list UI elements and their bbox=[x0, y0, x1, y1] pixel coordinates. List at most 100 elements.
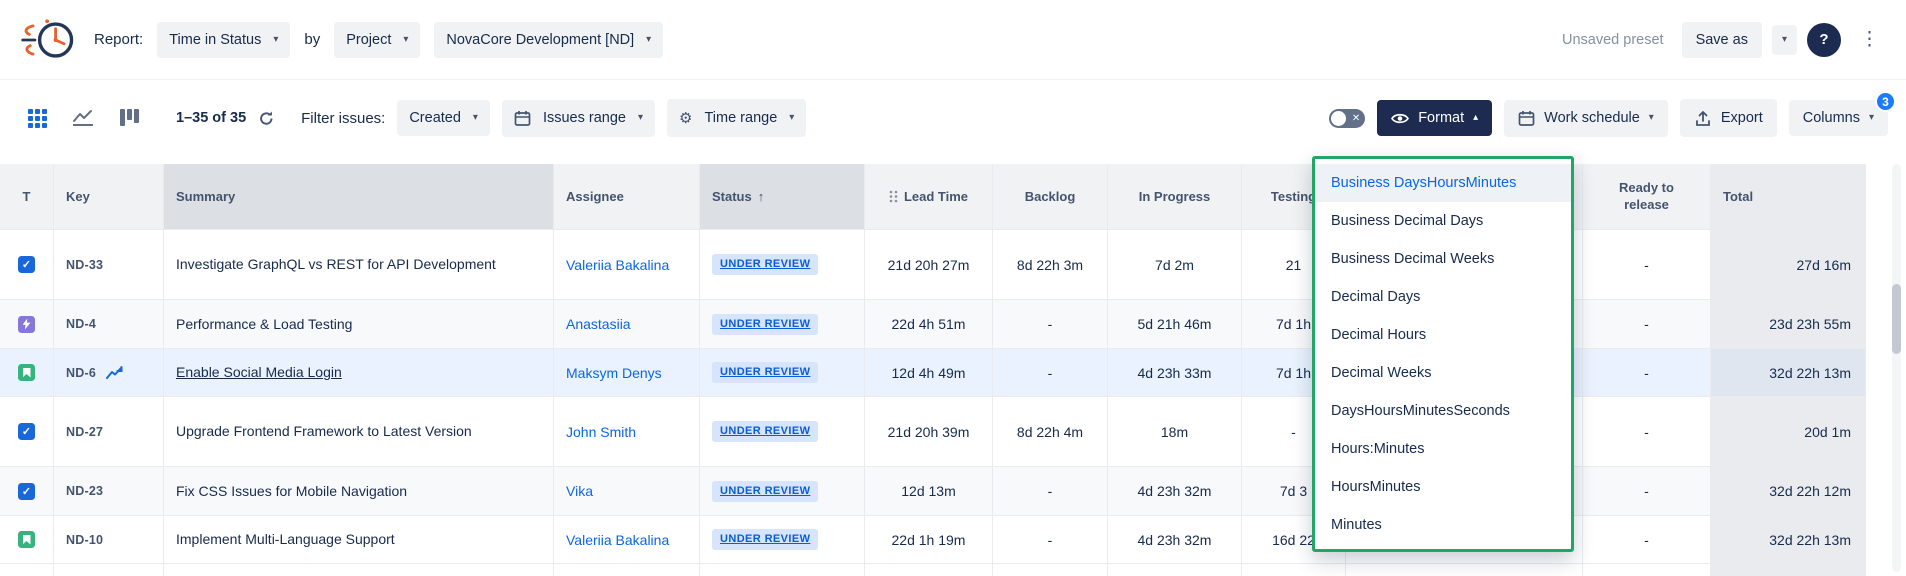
issue-summary[interactable]: Fix CSS Issues for Mobile Navigation bbox=[176, 482, 407, 501]
format-button[interactable]: Format ▴ bbox=[1377, 100, 1492, 136]
backlog-value: 8d 22h 3m bbox=[993, 230, 1108, 300]
more-menu-button[interactable]: ⋮ bbox=[1851, 22, 1888, 57]
grid-view-button[interactable] bbox=[18, 101, 56, 135]
vertical-scrollbar[interactable] bbox=[1892, 164, 1901, 572]
in-progress-value: 4d 23h 33m bbox=[1108, 349, 1242, 397]
in-progress-value: 7d 2m bbox=[1108, 230, 1242, 300]
col-total[interactable]: Total bbox=[1711, 164, 1866, 230]
save-as-chevron-button[interactable]: ▾ bbox=[1772, 25, 1797, 55]
backlog-value: - bbox=[993, 300, 1108, 349]
format-option[interactable]: Decimal Weeks bbox=[1315, 354, 1571, 392]
issue-type-icon bbox=[18, 483, 35, 500]
total-value: 32d 22h 13m bbox=[1711, 349, 1866, 397]
total-value: 27d 16m bbox=[1711, 230, 1866, 300]
board-view-button[interactable] bbox=[110, 101, 148, 135]
chevron-down-icon: ▾ bbox=[1649, 113, 1654, 123]
export-button[interactable]: Export bbox=[1680, 99, 1777, 137]
issue-key: ND-4 bbox=[66, 317, 96, 331]
assignee-link[interactable]: Maksym Denys bbox=[566, 365, 662, 381]
total-value: 32d 22h 13m bbox=[1711, 516, 1866, 564]
work-schedule-label: Work schedule bbox=[1544, 110, 1640, 126]
compact-toggle[interactable]: ✕ bbox=[1329, 109, 1365, 128]
work-schedule-button[interactable]: Work schedule ▾ bbox=[1504, 100, 1668, 137]
issue-summary[interactable]: Enable Social Media Login bbox=[176, 363, 342, 382]
status-badge[interactable]: UNDER REVIEW bbox=[712, 314, 818, 335]
issues-range-button[interactable]: Issues range ▾ bbox=[502, 100, 655, 137]
format-option[interactable]: Minutes bbox=[1315, 506, 1571, 544]
chevron-down-icon: ▾ bbox=[638, 113, 643, 123]
chevron-down-icon: ▾ bbox=[789, 113, 794, 123]
col-assignee[interactable]: Assignee bbox=[554, 164, 700, 230]
issue-chart-icon[interactable] bbox=[106, 366, 123, 380]
calendar-icon bbox=[1518, 110, 1535, 127]
filter-field-select[interactable]: Created ▾ bbox=[397, 100, 490, 136]
top-bar: Report: Time in Status ▾ by Project ▾ No… bbox=[0, 0, 1906, 80]
format-option[interactable]: Business Decimal Weeks bbox=[1315, 240, 1571, 278]
time-range-button[interactable]: ⚙ Time range ▾ bbox=[667, 99, 806, 137]
issue-summary[interactable]: Upgrade Frontend Framework to Latest Ver… bbox=[176, 422, 472, 441]
chart-view-button[interactable] bbox=[64, 101, 102, 135]
issue-summary[interactable]: Performance & Load Testing bbox=[176, 315, 352, 334]
issue-key: ND-6 bbox=[66, 366, 96, 380]
backlog-value: - bbox=[993, 467, 1108, 516]
calendar-icon bbox=[514, 110, 531, 127]
wrench-icon: ⚙ bbox=[679, 109, 692, 127]
table-row: ND-10 Implement Multi-Language Support V… bbox=[0, 516, 1866, 564]
save-as-button[interactable]: Save as bbox=[1682, 22, 1762, 58]
format-option[interactable]: Hours:Minutes bbox=[1315, 430, 1571, 468]
scrollbar-thumb[interactable] bbox=[1892, 284, 1901, 354]
topbar-right-group: Unsaved preset Save as ▾ ? ⋮ bbox=[1562, 22, 1888, 58]
filter-field-value: Created bbox=[409, 110, 461, 126]
issue-key: ND-23 bbox=[66, 484, 103, 498]
refresh-button[interactable] bbox=[258, 110, 275, 127]
line-chart-icon bbox=[72, 109, 94, 127]
col-status[interactable]: Status ↑ bbox=[700, 164, 865, 230]
report-type-select[interactable]: Time in Status ▾ bbox=[157, 22, 290, 58]
ready-to-release-value: - bbox=[1583, 230, 1711, 300]
assignee-link[interactable]: Anastasiia bbox=[566, 316, 631, 332]
sort-ascending-icon: ↑ bbox=[758, 189, 765, 204]
assignee-link[interactable]: Valeriia Bakalina bbox=[566, 532, 669, 548]
toggle-off-icon: ✕ bbox=[1352, 111, 1360, 126]
format-option[interactable]: Business DaysHoursMinutes bbox=[1315, 164, 1571, 202]
col-key[interactable]: Key bbox=[54, 164, 164, 230]
status-badge[interactable]: UNDER REVIEW bbox=[712, 481, 818, 502]
table-row: ND-33 Investigate GraphQL vs REST for AP… bbox=[0, 230, 1866, 300]
assignee-link[interactable]: Vika bbox=[566, 483, 593, 499]
issue-summary[interactable]: Implement Multi-Language Support bbox=[176, 530, 395, 549]
table-row: ND-27 Upgrade Frontend Framework to Late… bbox=[0, 397, 1866, 467]
grid-icon bbox=[28, 109, 47, 128]
assignee-link[interactable]: John Smith bbox=[566, 424, 636, 440]
table-row: ND-23 Fix CSS Issues for Mobile Navigati… bbox=[0, 467, 1866, 516]
format-option[interactable]: Business Decimal Days bbox=[1315, 202, 1571, 240]
group-by-select[interactable]: Project ▾ bbox=[334, 22, 420, 58]
status-badge[interactable]: UNDER REVIEW bbox=[712, 254, 818, 275]
columns-button[interactable]: Columns ▾ bbox=[1789, 100, 1888, 136]
status-badge[interactable]: UNDER REVIEW bbox=[712, 421, 818, 442]
assignee-link[interactable]: Valeriia Bakalina bbox=[566, 257, 669, 273]
chevron-down-icon: ▾ bbox=[273, 35, 278, 45]
format-label: Format bbox=[1418, 110, 1464, 126]
col-lead-time[interactable]: Lead Time bbox=[865, 164, 993, 230]
help-button[interactable]: ? bbox=[1807, 23, 1841, 57]
col-type[interactable]: T bbox=[0, 164, 54, 230]
col-summary[interactable]: Summary bbox=[164, 164, 554, 230]
report-type-value: Time in Status bbox=[169, 32, 261, 48]
ready-to-release-value: - bbox=[1583, 397, 1711, 467]
col-backlog[interactable]: Backlog bbox=[993, 164, 1108, 230]
group-by-value: Project bbox=[346, 32, 391, 48]
col-in-progress[interactable]: In Progress bbox=[1108, 164, 1242, 230]
format-option[interactable]: Decimal Days bbox=[1315, 278, 1571, 316]
format-option[interactable]: DaysHoursMinutesSeconds bbox=[1315, 392, 1571, 430]
status-badge[interactable]: UNDER REVIEW bbox=[712, 362, 818, 383]
issue-summary[interactable]: Investigate GraphQL vs REST for API Deve… bbox=[176, 255, 496, 274]
format-option[interactable]: Decimal Hours bbox=[1315, 316, 1571, 354]
lead-time-value: 12d 4h 49m bbox=[865, 349, 993, 397]
ready-to-release-value: - bbox=[1583, 300, 1711, 349]
in-progress-value: 4d 23h 32m bbox=[1108, 467, 1242, 516]
board-icon bbox=[120, 109, 139, 127]
status-badge[interactable]: UNDER REVIEW bbox=[712, 529, 818, 550]
col-ready-to-release[interactable]: Ready to release bbox=[1583, 164, 1711, 230]
format-option[interactable]: HoursMinutes bbox=[1315, 468, 1571, 506]
project-select[interactable]: NovaCore Development [ND] ▾ bbox=[434, 22, 663, 58]
